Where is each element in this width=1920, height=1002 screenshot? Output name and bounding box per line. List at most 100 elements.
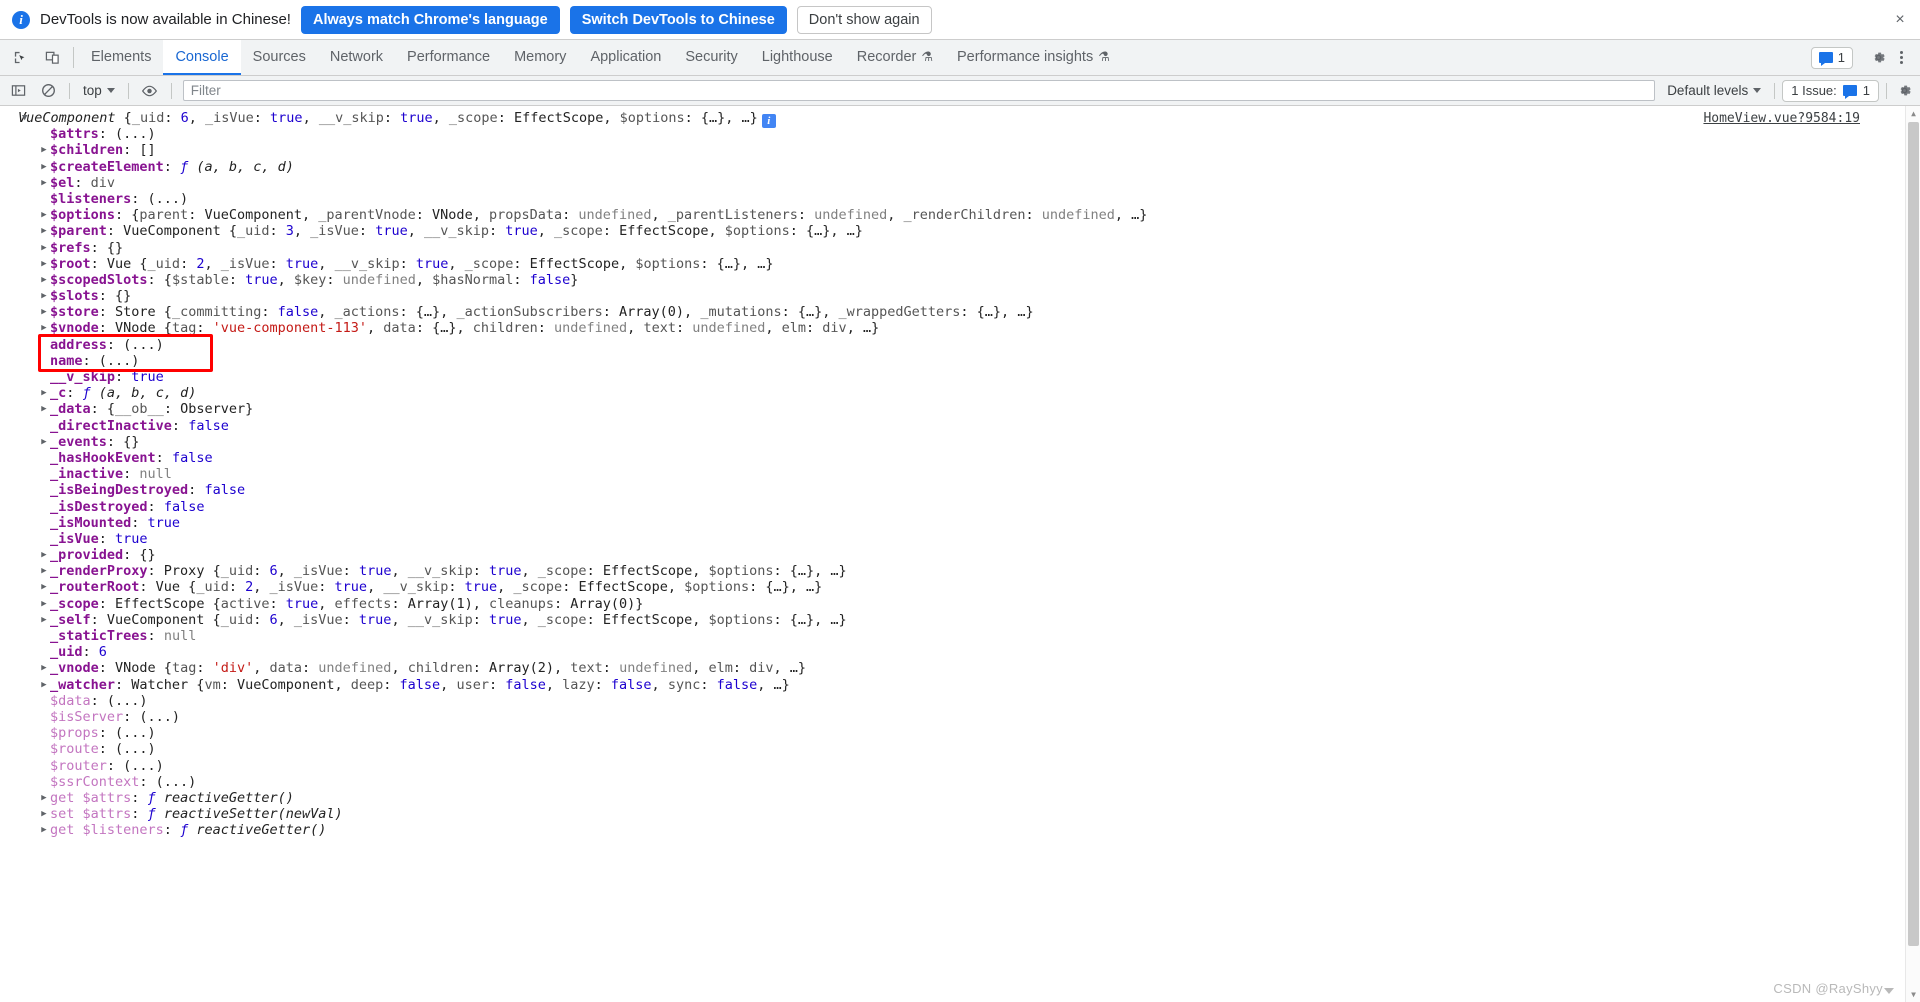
object-property-row[interactable]: ▶ get $listeners: ƒ reactiveGetter()	[0, 822, 1920, 838]
scroll-up-arrow-icon[interactable]: ▲	[1906, 106, 1920, 121]
close-icon[interactable]: ×	[1890, 10, 1910, 30]
expand-triangle-icon[interactable]: ▶	[39, 320, 49, 336]
object-property-row[interactable]: $props: (...)	[0, 725, 1920, 741]
live-expression-icon[interactable]	[136, 79, 164, 103]
object-property-row[interactable]: _isBeingDestroyed: false	[0, 482, 1920, 498]
object-property-row[interactable]: ▶ _scope: EffectScope {active: true, effe…	[0, 596, 1920, 612]
object-property-row[interactable]: $listeners: (...)	[0, 191, 1920, 207]
expand-triangle-icon[interactable]: ▶	[39, 256, 49, 272]
object-property-row[interactable]: ▶ $options: {parent: VueComponent, _paren…	[0, 207, 1920, 223]
expand-triangle-icon[interactable]: ▶	[39, 677, 49, 693]
object-property-row[interactable]: ▶ _c: ƒ (a, b, c, d)	[0, 385, 1920, 401]
expand-triangle-icon[interactable]: ▶	[39, 142, 49, 158]
tab-performance-insights[interactable]: Performance insights ⚗	[945, 40, 1122, 75]
tab-application[interactable]: Application	[578, 40, 673, 75]
inspect-element-icon[interactable]	[4, 40, 36, 75]
tab-lighthouse[interactable]: Lighthouse	[750, 40, 845, 75]
more-options-icon[interactable]	[1890, 48, 1912, 68]
object-property-row[interactable]: address: (...)	[0, 337, 1920, 353]
object-property-row[interactable]: $ssrContext: (...)	[0, 774, 1920, 790]
switch-devtools-to-chinese-button[interactable]: Switch DevTools to Chinese	[569, 5, 787, 34]
object-property-row[interactable]: ▶ $store: Store {_committing: false, _act…	[0, 304, 1920, 320]
tab-elements[interactable]: Elements	[79, 40, 163, 75]
object-property-row[interactable]: ▶ get $attrs: ƒ reactiveGetter()	[0, 790, 1920, 806]
console-message-list[interactable]: ▼ VueComponent {_uid: 6, _isVue: true, __…	[0, 106, 1920, 1002]
object-property-row[interactable]: ▶ $parent: VueComponent {_uid: 3, _isVue:…	[0, 223, 1920, 239]
message-count-badge[interactable]: 1	[1810, 46, 1853, 69]
object-property-row[interactable]: ▶ $root: Vue {_uid: 2, _isVue: true, __v_…	[0, 256, 1920, 272]
device-toolbar-icon[interactable]	[36, 40, 68, 75]
expand-triangle-icon[interactable]: ▶	[39, 401, 49, 417]
object-property-row[interactable]: ▶ _events: {}	[0, 434, 1920, 450]
object-property-row[interactable]: $attrs: (...)	[0, 126, 1920, 142]
object-property-row[interactable]: _staticTrees: null	[0, 628, 1920, 644]
expand-triangle-icon[interactable]: ▶	[39, 304, 49, 320]
object-property-row[interactable]: ▶ _self: VueComponent {_uid: 6, _isVue: t…	[0, 612, 1920, 628]
expand-triangle-icon[interactable]: ▶	[39, 547, 49, 563]
object-property-row[interactable]: ▶ $refs: {}	[0, 240, 1920, 256]
tab-network[interactable]: Network	[318, 40, 395, 75]
object-property-row[interactable]: name: (...)	[0, 353, 1920, 369]
expand-triangle-icon[interactable]: ▶	[39, 822, 49, 838]
tab-performance[interactable]: Performance	[395, 40, 502, 75]
object-property-row[interactable]: ▶ _provided: {}	[0, 547, 1920, 563]
expand-triangle-icon[interactable]: ▶	[39, 596, 49, 612]
object-property-row[interactable]: ▶ $scopedSlots: {$stable: true, $key: und…	[0, 272, 1920, 288]
settings-gear-icon[interactable]	[1868, 48, 1888, 68]
expand-triangle-icon[interactable]: ▶	[39, 159, 49, 175]
object-property-row[interactable]: _inactive: null	[0, 466, 1920, 482]
expand-triangle-icon[interactable]: ▶	[39, 434, 49, 450]
console-settings-gear-icon[interactable]	[1894, 81, 1914, 101]
expand-triangle-icon[interactable]: ▶	[39, 660, 49, 676]
object-property-row[interactable]: _isVue: true	[0, 531, 1920, 547]
object-property-row[interactable]: ▶ _vnode: VNode {tag: 'div', data: undefi…	[0, 660, 1920, 676]
dont-show-again-button[interactable]: Don't show again	[796, 5, 932, 34]
object-property-row[interactable]: ▶ set $attrs: ƒ reactiveSetter(newVal)	[0, 806, 1920, 822]
object-property-row[interactable]: _hasHookEvent: false	[0, 450, 1920, 466]
object-property-row[interactable]: _uid: 6	[0, 644, 1920, 660]
console-sidebar-icon[interactable]	[4, 79, 32, 103]
object-property-row[interactable]: ▶ _renderProxy: Proxy {_uid: 6, _isVue: t…	[0, 563, 1920, 579]
object-property-row[interactable]: ▶ $children: []	[0, 142, 1920, 158]
object-property-row[interactable]: ▶ $createElement: ƒ (a, b, c, d)	[0, 159, 1920, 175]
issues-counter-button[interactable]: 1 Issue: 1	[1782, 79, 1879, 102]
always-match-chrome-language-button[interactable]: Always match Chrome's language	[300, 5, 560, 34]
expand-triangle-icon[interactable]: ▶	[39, 579, 49, 595]
scroll-down-arrow-icon[interactable]: ▼	[1906, 987, 1920, 1002]
expand-triangle-icon[interactable]: ▶	[39, 612, 49, 628]
expand-triangle-icon[interactable]: ▶	[39, 240, 49, 256]
expand-triangle-icon[interactable]: ▼	[22, 110, 27, 126]
log-levels-selector[interactable]: Default levels	[1661, 80, 1767, 102]
object-property-row[interactable]: $route: (...)	[0, 741, 1920, 757]
expand-triangle-icon[interactable]: ▶	[39, 806, 49, 822]
object-property-row[interactable]: ▶ _watcher: Watcher {vm: VueComponent, de…	[0, 677, 1920, 693]
expand-triangle-icon[interactable]: ▶	[39, 175, 49, 191]
tab-recorder[interactable]: Recorder ⚗	[845, 40, 945, 75]
tab-console[interactable]: Console	[163, 40, 241, 75]
expand-triangle-icon[interactable]: ▶	[39, 223, 49, 239]
expand-triangle-icon[interactable]: ▶	[39, 385, 49, 401]
object-property-row[interactable]: ▶ $el: div	[0, 175, 1920, 191]
object-property-row[interactable]: _isMounted: true	[0, 515, 1920, 531]
object-property-row[interactable]: ▶ $slots: {}	[0, 288, 1920, 304]
scrollbar-thumb[interactable]	[1908, 122, 1919, 947]
object-property-row[interactable]: ▶ _data: {__ob__: Observer}	[0, 401, 1920, 417]
filter-input[interactable]	[182, 80, 1656, 101]
expand-triangle-icon[interactable]: ▶	[39, 207, 49, 223]
object-property-row[interactable]: $router: (...)	[0, 758, 1920, 774]
tab-security[interactable]: Security	[673, 40, 749, 75]
expand-triangle-icon[interactable]: ▶	[39, 790, 49, 806]
expand-triangle-icon[interactable]: ▶	[39, 272, 49, 288]
object-property-row[interactable]: ▶ $vnode: VNode {tag: 'vue-component-113'…	[0, 320, 1920, 336]
object-property-row[interactable]: ▶ _routerRoot: Vue {_uid: 2, _isVue: true…	[0, 579, 1920, 595]
clear-console-icon[interactable]	[34, 79, 62, 103]
console-scrollbar[interactable]: ▲ ▼	[1905, 106, 1920, 1002]
expand-triangle-icon[interactable]: ▶	[39, 288, 49, 304]
object-property-row[interactable]: _directInactive: false	[0, 418, 1920, 434]
tab-memory[interactable]: Memory	[502, 40, 578, 75]
source-location-link[interactable]: HomeView.vue?9584:19	[1703, 111, 1860, 126]
object-property-row[interactable]: _isDestroyed: false	[0, 499, 1920, 515]
tab-sources[interactable]: Sources	[241, 40, 318, 75]
execution-context-selector[interactable]: top	[77, 80, 121, 102]
expand-triangle-icon[interactable]: ▶	[39, 563, 49, 579]
